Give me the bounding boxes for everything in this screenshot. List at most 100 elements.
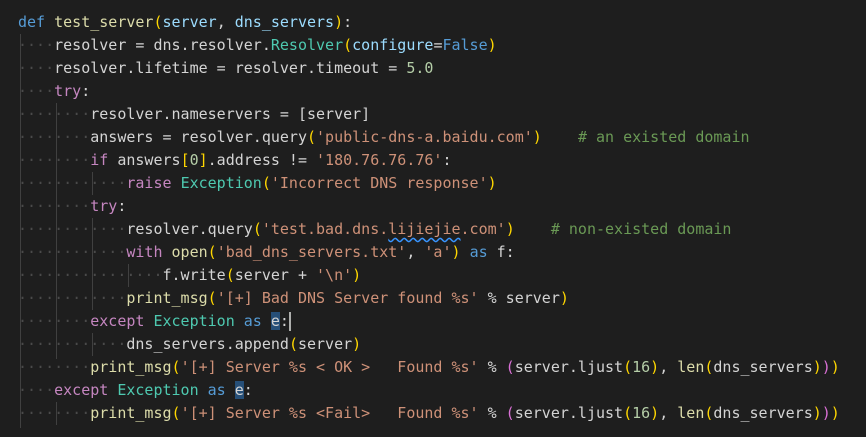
- punct: ,: [659, 358, 678, 376]
- paren: ): [334, 13, 344, 31]
- number: 5.0: [406, 59, 434, 77]
- code-line-4[interactable]: try:: [18, 80, 90, 103]
- code-line-9[interactable]: try:: [18, 195, 126, 218]
- paren: ): [505, 220, 515, 238]
- paren: ): [352, 266, 362, 284]
- function-call: print_msg: [90, 358, 172, 376]
- paren: ): [812, 404, 822, 422]
- code-text: .address !=: [207, 151, 317, 169]
- paren: (: [207, 289, 217, 307]
- keyword-try: try: [54, 82, 82, 100]
- keyword-as: as: [243, 312, 262, 330]
- keyword-with: with: [126, 243, 163, 261]
- paren: ): [559, 289, 569, 307]
- paren: ): [830, 358, 840, 376]
- code-text: f:: [496, 243, 515, 261]
- code-line-5[interactable]: resolver.nameservers = [server]: [18, 103, 370, 126]
- string: '180.76.76.76': [316, 151, 443, 169]
- keyword-except: except: [90, 312, 145, 330]
- class-name: Exception: [180, 174, 262, 192]
- paren: (: [623, 358, 633, 376]
- code-text: answers: [108, 151, 181, 169]
- punct: ,: [406, 243, 425, 261]
- number: 0: [189, 151, 199, 169]
- paren: ): [487, 174, 497, 192]
- function-call: print_msg: [90, 404, 172, 422]
- punct: ,: [216, 13, 226, 31]
- code-text: %: [478, 404, 506, 422]
- paren: (: [505, 404, 515, 422]
- string: '\n': [316, 266, 353, 284]
- paren: ): [650, 404, 660, 422]
- string: 'a': [424, 243, 452, 261]
- keyword-if: if: [90, 151, 109, 169]
- selected-text[interactable]: e: [270, 312, 280, 330]
- code-text: server: [297, 335, 353, 353]
- code-line-3[interactable]: resolver.lifetime = resolver.timeout = 5…: [18, 57, 433, 80]
- code-line-8[interactable]: raise Exception('Incorrect DNS response'…: [18, 172, 497, 195]
- code-text: server.ljust: [514, 404, 624, 422]
- code-line-7[interactable]: if answers[0].address != '180.76.76.76':: [18, 149, 452, 172]
- string: 'test.bad.dns.: [261, 220, 389, 238]
- comment: # an existed domain: [577, 128, 750, 146]
- class-name: Exception: [117, 381, 199, 399]
- number: 16: [632, 358, 651, 376]
- paren: ): [352, 335, 362, 353]
- string: 'public-dns-a.baidu.com': [316, 128, 533, 146]
- code-line-2[interactable]: resolver = dns.resolver.Resolver(configu…: [18, 34, 497, 57]
- punct: :: [243, 381, 253, 399]
- text-cursor: [289, 312, 291, 331]
- paren: ): [830, 404, 840, 422]
- code-line-18[interactable]: print_msg('[+] Server %s <Fail> Found %s…: [18, 402, 840, 425]
- paren: (: [288, 335, 298, 353]
- paren: (: [623, 404, 633, 422]
- class-name: Exception: [153, 312, 235, 330]
- punct: :: [81, 82, 91, 100]
- punct: :: [442, 151, 452, 169]
- bracket: ]: [198, 151, 208, 169]
- keyword-try: try: [90, 197, 118, 215]
- code-line-13[interactable]: print_msg('[+] Bad DNS Server found %s' …: [18, 287, 569, 310]
- code-line-12[interactable]: f.write(server + '\n'): [18, 264, 362, 287]
- bracket: [: [180, 151, 190, 169]
- punct: :: [343, 13, 353, 31]
- code-line-14[interactable]: except Exception as e:: [18, 310, 289, 333]
- code-line-16[interactable]: print_msg('[+] Server %s < OK > Found %s…: [18, 356, 840, 379]
- paren: ): [487, 36, 497, 54]
- code-line-15[interactable]: dns_servers.append(server): [18, 333, 361, 356]
- code-text: server +: [234, 266, 317, 284]
- paren: (: [207, 243, 217, 261]
- code-line-10[interactable]: resolver.query('test.bad.dns.lijiejie.co…: [18, 218, 731, 241]
- paren: (: [505, 358, 515, 376]
- paren: (: [307, 128, 317, 146]
- code-text: answers = resolver.query: [90, 128, 307, 146]
- kwarg: configure: [352, 36, 434, 54]
- spellcheck-word[interactable]: lijiejie: [388, 220, 460, 238]
- param: dns_servers: [234, 13, 335, 31]
- keyword-as: as: [207, 381, 226, 399]
- code-text: server.ljust: [514, 358, 624, 376]
- paren: (: [261, 174, 271, 192]
- paren: ): [451, 243, 461, 261]
- builtin-open: open: [171, 243, 208, 261]
- code-text: dns_servers: [713, 358, 813, 376]
- code-line-17[interactable]: except Exception as e:: [18, 379, 253, 402]
- punct: ,: [659, 404, 678, 422]
- code-editor[interactable]: ···· ···· ···· ········ ········ ·······…: [0, 0, 866, 437]
- function-call: print_msg: [126, 289, 208, 307]
- comment: # non-existed domain: [550, 220, 732, 238]
- code-text: resolver.nameservers = [server]: [90, 105, 371, 123]
- selected-text[interactable]: e: [234, 381, 244, 399]
- code-text: resolver.query: [126, 220, 253, 238]
- code-text: dns_servers: [713, 404, 813, 422]
- paren: ): [812, 358, 822, 376]
- constant: False: [442, 36, 488, 54]
- string: 'bad_dns_servers.txt': [216, 243, 407, 261]
- keyword-raise: raise: [126, 174, 172, 192]
- code-line-6[interactable]: answers = resolver.query('public-dns-a.b…: [18, 126, 750, 149]
- paren: ): [821, 404, 831, 422]
- code-line-1[interactable]: def test_server(server, dns_servers):: [18, 11, 352, 34]
- code-line-11[interactable]: with open('bad_dns_servers.txt', 'a') as…: [18, 241, 515, 264]
- keyword-except: except: [54, 381, 109, 399]
- string: .com': [460, 220, 506, 238]
